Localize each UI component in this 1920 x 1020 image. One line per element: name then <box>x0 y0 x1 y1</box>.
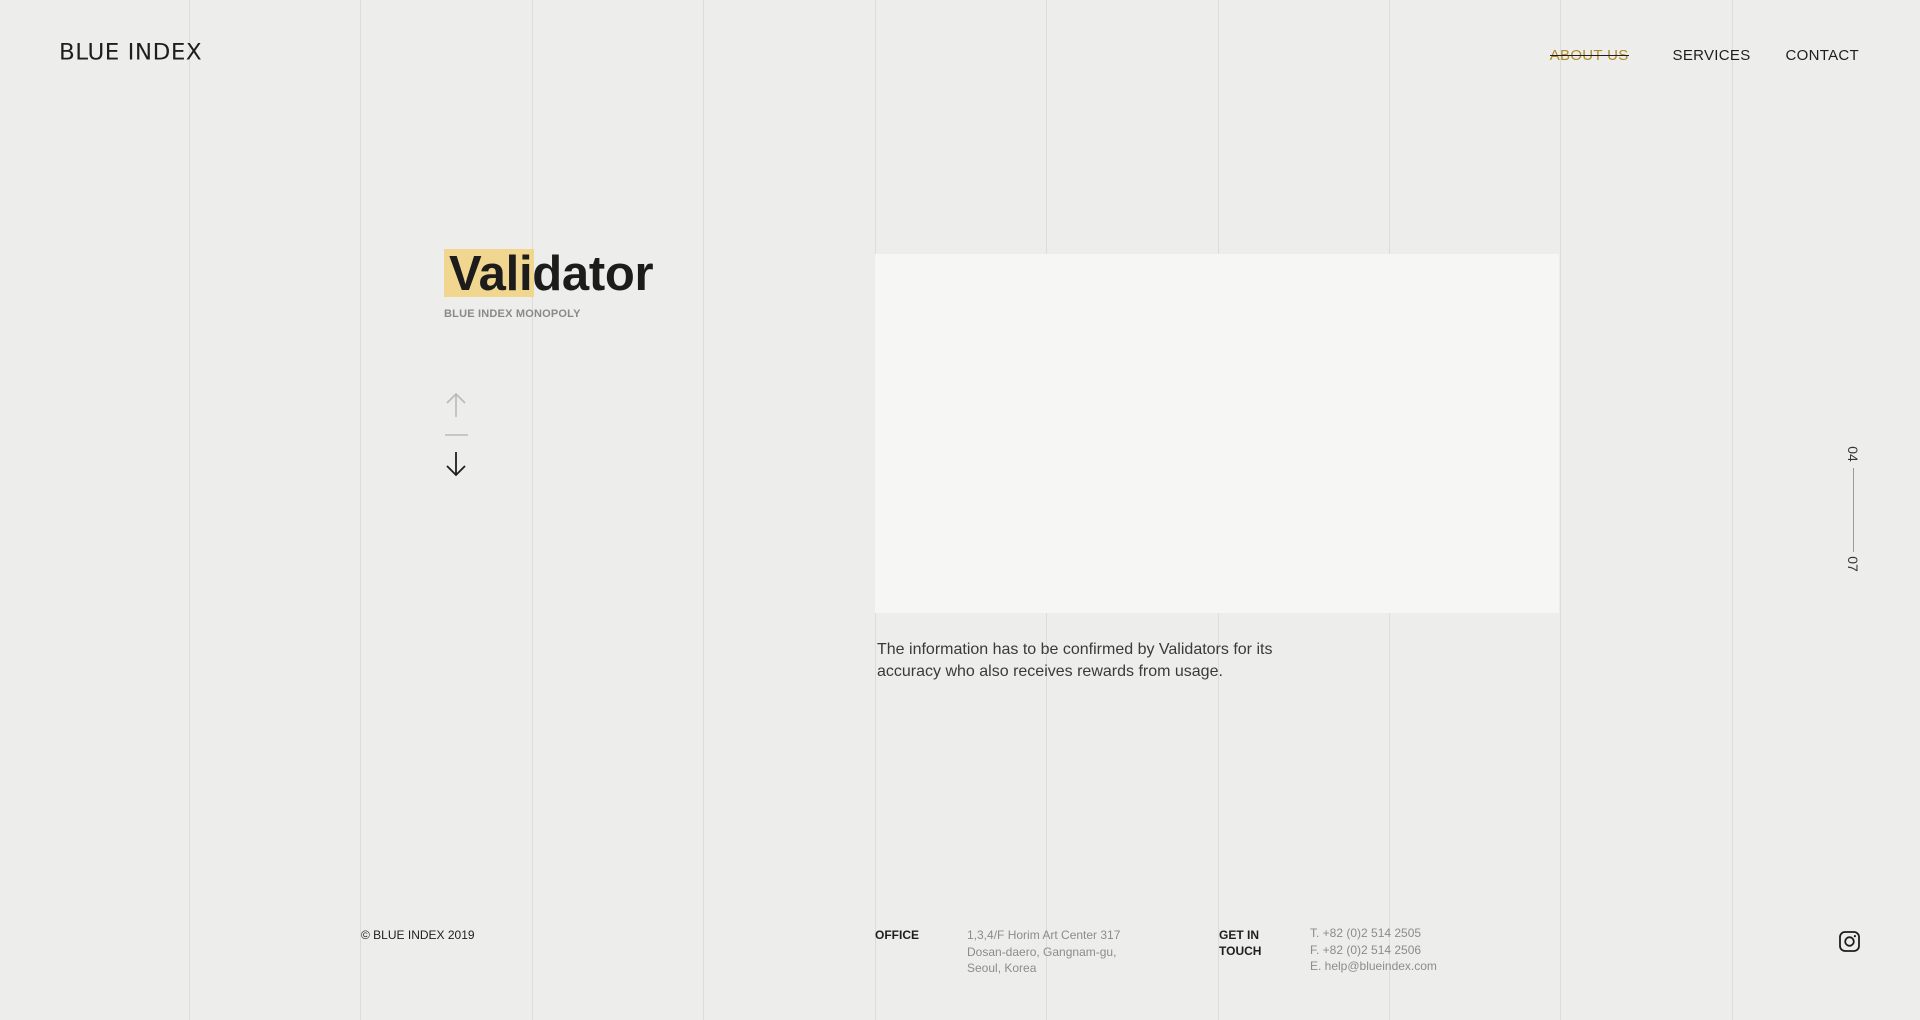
nav-item-label: SERVICES <box>1672 47 1751 64</box>
page-subtitle: BLUE INDEX MONOPOLY <box>444 308 581 320</box>
pager-line <box>1853 468 1854 552</box>
slide-pager: 04 07 <box>1838 444 1868 576</box>
media-panel <box>875 254 1559 613</box>
active-indicator <box>1549 55 1629 56</box>
logo[interactable]: BLUE INDEX <box>59 41 202 66</box>
email-link[interactable]: E. help@blueindex.com <box>1310 958 1437 975</box>
get-in-touch-label: GET IN TOUCH <box>1219 927 1279 959</box>
arrow-divider <box>445 434 468 436</box>
pager-current: 04 <box>1845 446 1861 462</box>
get-in-touch-label-line: GET IN <box>1219 928 1260 942</box>
arrow-up-icon[interactable] <box>444 392 468 418</box>
office-address-line: Seoul, Korea <box>967 961 1037 975</box>
office-label: OFFICE <box>875 928 919 942</box>
contact-details: T. +82 (0)2 514 2505 F. +82 (0)2 514 250… <box>1310 925 1437 975</box>
phone-number: T. +82 (0)2 514 2505 <box>1310 926 1422 940</box>
nav-item-label: CONTACT <box>1785 47 1859 64</box>
arrow-down-icon[interactable] <box>444 451 468 477</box>
page-title-block: Validator <box>444 246 704 301</box>
office-address: 1,3,4/F Horim Art Center 317 Dosan-daero… <box>967 927 1120 977</box>
fax-number: F. +82 (0)2 514 2506 <box>1310 942 1422 957</box>
page-title: Validator <box>449 247 654 301</box>
description-text: The information has to be confirmed by V… <box>877 641 1273 680</box>
office-address-line: Dosan-daero, Gangnam-gu, <box>967 944 1117 959</box>
nav-item-contact[interactable]: CONTACT <box>1786 47 1859 64</box>
instagram-icon[interactable] <box>1839 931 1860 952</box>
pager-total: 07 <box>1845 556 1861 572</box>
get-in-touch-label-line: TOUCH <box>1219 944 1262 958</box>
nav-item-services[interactable]: SERVICES <box>1673 47 1751 64</box>
office-address-line: 1,3,4/F Horim Art Center 317 <box>967 928 1121 942</box>
nav-item-about-us[interactable]: ABOUT US <box>1549 47 1629 64</box>
copyright: © BLUE INDEX 2019 <box>361 928 475 942</box>
main-nav: ABOUT US SERVICES CONTACT <box>1549 47 1859 64</box>
